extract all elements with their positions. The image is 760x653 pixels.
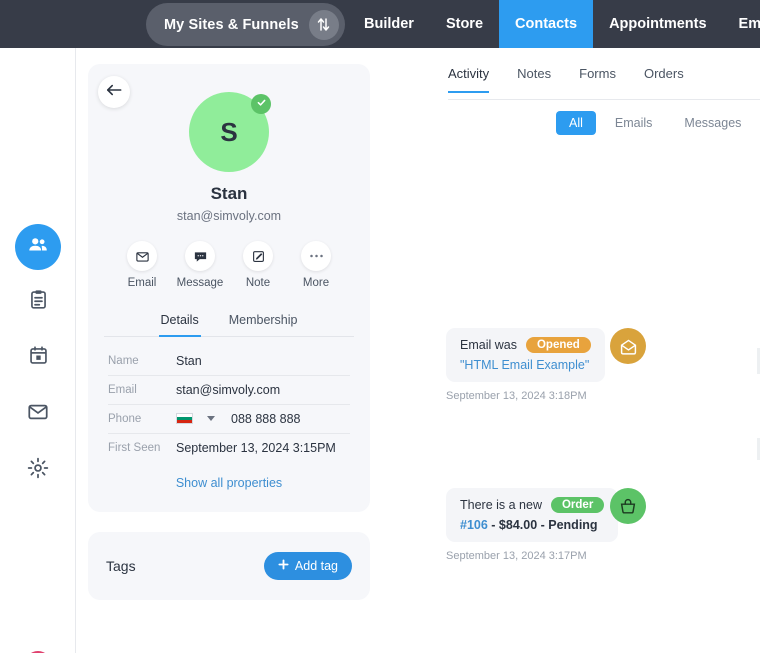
left-icon-rail: ? — [0, 48, 76, 653]
sidebar-item-calendar[interactable] — [15, 335, 61, 381]
contact-tabs: Details Membership — [104, 307, 354, 337]
ellipsis-icon — [301, 241, 331, 271]
back-button[interactable] — [98, 76, 130, 108]
field-label-email: Email — [108, 383, 137, 396]
shopping-basket-icon — [610, 488, 646, 524]
status-badge: Order — [550, 497, 605, 513]
tab-membership[interactable]: Membership — [227, 307, 300, 337]
arrow-left-icon — [106, 83, 122, 102]
envelope-icon — [127, 241, 157, 271]
tab-notes[interactable]: Notes — [517, 66, 551, 93]
top-navigation-bar: My Sites & Funnels Builder Store Contact… — [0, 0, 760, 48]
sidebar-item-forms[interactable] — [15, 279, 61, 325]
tab-activity[interactable]: Activity — [448, 66, 490, 93]
add-tag-label: Add tag — [294, 559, 338, 573]
field-label-first-seen: First Seen — [108, 442, 161, 454]
activity-event-email-opened: Email was Opened "HTML Email Example" Se… — [378, 328, 760, 428]
gear-icon — [27, 457, 49, 484]
mail-icon — [27, 401, 49, 428]
contact-panel: S Stan stan@simvoly.com Email Message No… — [88, 64, 370, 600]
clipboard-icon — [28, 289, 49, 315]
activity-tabs-divider — [448, 99, 760, 100]
calendar-icon — [28, 345, 49, 371]
chevron-down-icon[interactable] — [207, 416, 215, 421]
field-label-phone: Phone — [108, 412, 142, 425]
event-text: There is a new — [460, 498, 542, 512]
field-row-email[interactable]: Email stan@simvoly.com — [108, 376, 350, 405]
activity-panel: Activity Notes Forms Orders All Emails M… — [378, 48, 760, 653]
tags-title: Tags — [106, 558, 136, 574]
field-row-name[interactable]: Name Stan — [108, 347, 350, 376]
event-timestamp: September 13, 2024 3:18PM — [446, 390, 587, 402]
chat-bubble-icon — [185, 241, 215, 271]
event-timestamp: September 13, 2024 3:17PM — [446, 550, 587, 562]
activity-event-new-order: There is a new Order #106 - $84.00 - Pen… — [378, 488, 760, 588]
more-action-button[interactable]: More — [292, 241, 340, 289]
field-label-name: Name — [108, 354, 139, 367]
sidebar-item-mail[interactable] — [15, 391, 61, 437]
event-order-link[interactable]: #106 — [460, 518, 488, 532]
tab-details[interactable]: Details — [158, 307, 201, 337]
nav-item-contacts[interactable]: Contacts — [499, 0, 594, 48]
contact-profile-card: S Stan stan@simvoly.com Email Message No… — [88, 64, 370, 512]
activity-filters: All Emails Messages O — [556, 111, 760, 135]
event-text: Email was — [460, 338, 517, 352]
main-nav-items: Builder Store Contacts Appointments Emai… — [348, 0, 760, 48]
add-tag-button[interactable]: Add tag — [263, 552, 352, 580]
filter-emails[interactable]: Emails — [602, 111, 666, 135]
sidebar-item-settings[interactable] — [15, 447, 61, 493]
nav-item-emails[interactable]: Emails & — [723, 0, 760, 48]
nav-item-builder[interactable]: Builder — [348, 0, 430, 48]
filter-messages[interactable]: Messages — [671, 111, 754, 135]
tab-orders[interactable]: Orders — [644, 66, 684, 93]
avatar: S — [189, 92, 271, 172]
note-action-button[interactable]: Note — [234, 241, 282, 289]
email-action-button[interactable]: Email — [118, 241, 166, 289]
note-action-label: Note — [245, 277, 271, 289]
contact-email: stan@simvoly.com — [176, 209, 282, 223]
email-action-label: Email — [127, 277, 157, 289]
sites-switcher-label: My Sites & Funnels — [164, 16, 299, 33]
contact-name: Stan — [210, 184, 248, 203]
show-all-properties-link[interactable]: Show all properties — [108, 476, 350, 490]
filter-all[interactable]: All — [556, 111, 596, 135]
tags-card: Tags Add tag — [88, 532, 370, 600]
activity-tabs: Activity Notes Forms Orders — [448, 66, 684, 93]
my-sites-and-funnels-switcher[interactable]: My Sites & Funnels — [146, 3, 345, 46]
status-badge: Opened — [525, 337, 591, 353]
contact-fields: Name Stan Email stan@simvoly.com Phone 0… — [104, 347, 354, 490]
open-envelope-icon — [610, 328, 646, 364]
sort-updown-icon[interactable] — [308, 9, 339, 40]
event-bubble[interactable]: Email was Opened "HTML Email Example" — [446, 328, 605, 382]
sidebar-item-contacts[interactable] — [15, 224, 61, 270]
activity-feed: Email was Opened "HTML Email Example" Se… — [378, 328, 760, 648]
field-row-phone[interactable]: Phone 088 888 888 — [108, 405, 350, 434]
message-action-label: Message — [176, 277, 224, 289]
verified-badge — [251, 94, 271, 114]
field-value-name: Stan — [176, 353, 202, 368]
plus-icon — [278, 559, 289, 573]
event-bubble[interactable]: There is a new Order #106 - $84.00 - Pen… — [446, 488, 619, 542]
field-value-email: stan@simvoly.com — [176, 382, 281, 397]
field-value-phone: 088 888 888 — [231, 411, 301, 426]
tab-forms[interactable]: Forms — [579, 66, 616, 93]
people-icon — [27, 234, 49, 261]
note-pencil-icon — [243, 241, 273, 271]
check-icon — [256, 95, 267, 113]
message-action-button[interactable]: Message — [176, 241, 224, 289]
more-action-label: More — [302, 277, 330, 289]
bulgaria-flag-icon — [176, 413, 193, 424]
nav-item-store[interactable]: Store — [430, 0, 499, 48]
contact-detail-page: My Sites & Funnels Builder Store Contact… — [0, 0, 760, 653]
event-order-detail: - $84.00 - Pending — [487, 518, 598, 532]
field-row-first-seen: First Seen September 13, 2024 3:15PM — [108, 434, 350, 463]
contact-actions: Email Message Note More — [104, 241, 354, 289]
field-value-first-seen: September 13, 2024 3:15PM — [176, 441, 336, 455]
nav-item-appointments[interactable]: Appointments — [593, 0, 722, 48]
event-detail-link[interactable]: "HTML Email Example" — [460, 358, 589, 372]
